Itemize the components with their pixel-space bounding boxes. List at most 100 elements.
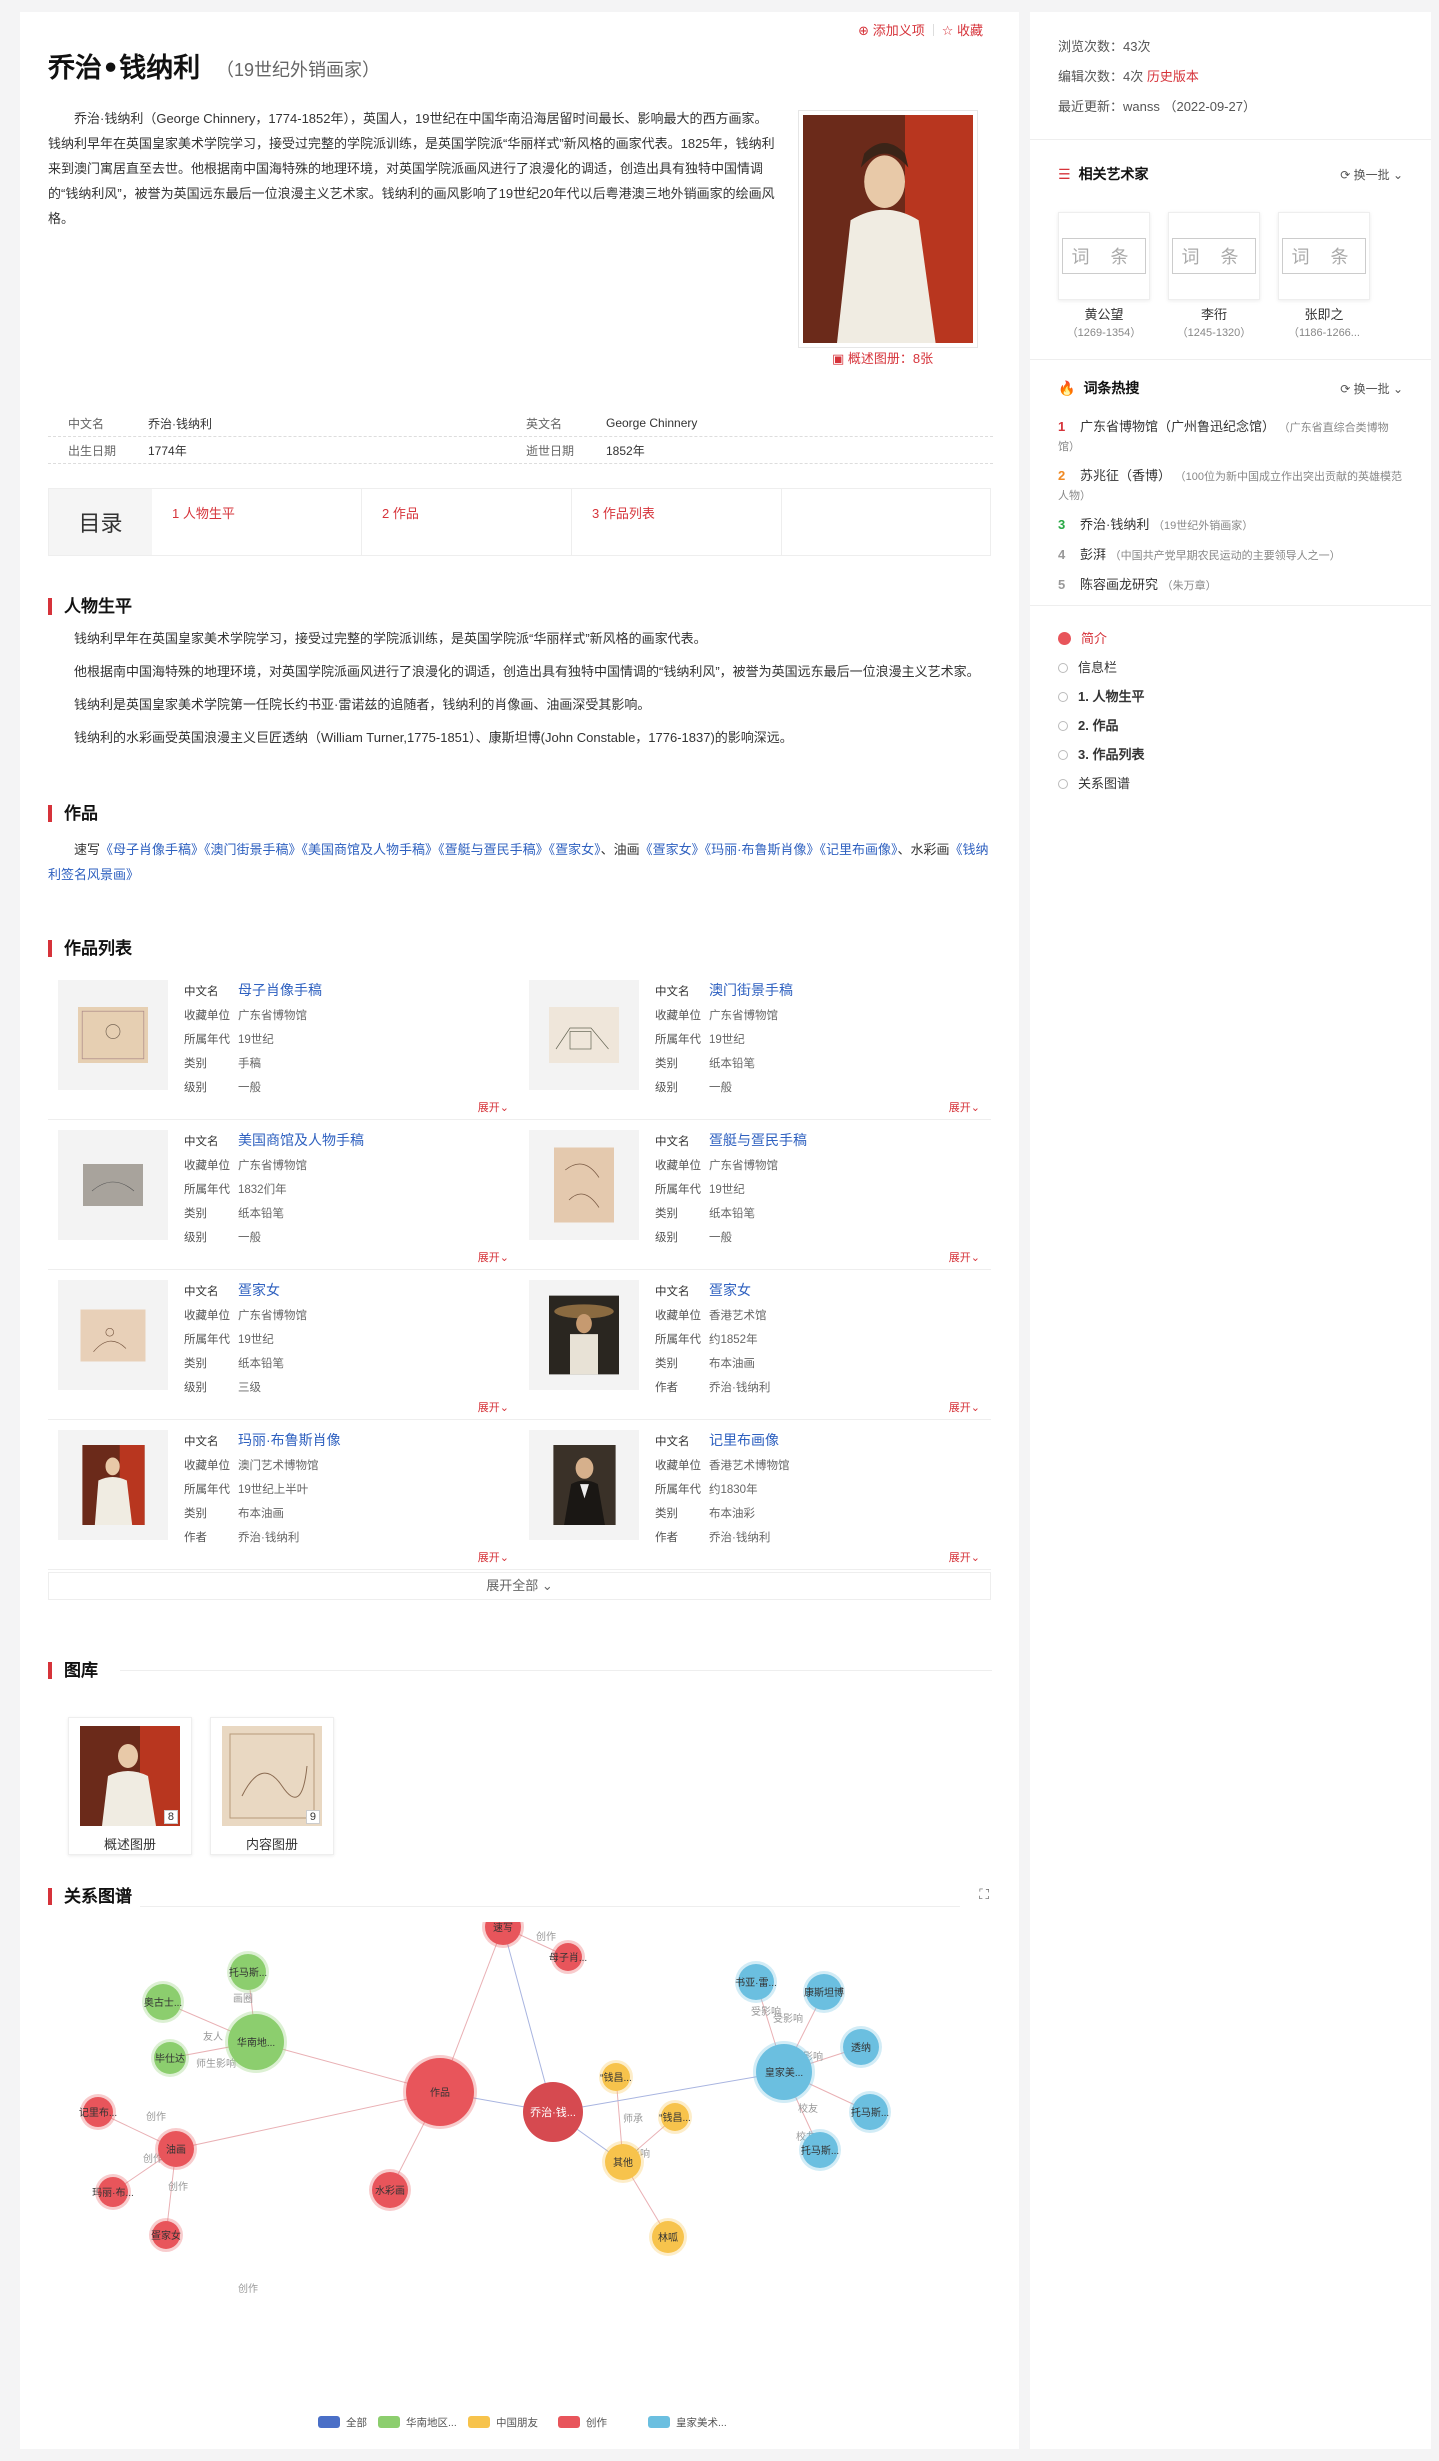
expand-button[interactable]: 展开⌄	[949, 1099, 980, 1115]
expand-button[interactable]: 展开⌄	[478, 1399, 509, 1415]
work-fields: 中文名 澳门街景手稿 收藏单位 广东省博物馆 所属年代 19世纪 类别 纸本铅笔 级别 一般	[655, 978, 793, 1100]
expand-all-button[interactable]: 展开全部 ⌄	[48, 1572, 991, 1600]
outline-item[interactable]: 1. 人物生平	[1058, 682, 1403, 711]
work-link[interactable]: 《澳门街景手稿》	[204, 842, 302, 857]
graph-node[interactable]: 其他	[602, 2141, 644, 2183]
graph-node[interactable]: 记里布...	[79, 2094, 117, 2130]
work-link[interactable]: 《疍家女》	[549, 842, 601, 857]
work-link[interactable]: 《母子肖像手稿》	[100, 842, 204, 857]
graph-node[interactable]: 疍家女	[149, 2218, 183, 2252]
work-link[interactable]: 《美国商馆及人物手稿》	[302, 842, 439, 857]
graph-node[interactable]: 速写	[482, 1922, 524, 1948]
work-thumbnail[interactable]	[529, 1130, 639, 1240]
hot-item[interactable]: 4 彭湃 （中国共产党早期农民运动的主要领导人之一）	[1058, 546, 1403, 565]
field-key: 类别	[655, 1358, 678, 1370]
field-key: 中文名	[655, 986, 690, 998]
graph-node[interactable]: 水彩画	[369, 2169, 411, 2211]
graph-node[interactable]: 作品	[403, 2055, 477, 2129]
artist-card[interactable]: 词 条 张即之 （1186-1266...	[1278, 212, 1370, 342]
toc-item[interactable]: 2 作品	[362, 489, 572, 555]
work-thumbnail[interactable]	[529, 1430, 639, 1540]
add-item-button[interactable]: ⊕ 添加义项	[858, 20, 925, 39]
graph-node[interactable]: “钱昌...	[599, 2060, 633, 2094]
relation-graph[interactable]: 创作画圈友人师生影响创作创作创作创作受影响受影响受影响校友校友师承影响速写母子肖…	[48, 1922, 991, 2442]
toc-item[interactable]: 1 人物生平	[152, 489, 362, 555]
graph-node[interactable]: 书亚·雷...	[735, 1961, 777, 2003]
summary-portrait[interactable]	[798, 110, 978, 348]
graph-legend-item[interactable]: 中国朋友	[468, 2416, 538, 2429]
graph-node[interactable]: 托马斯...	[849, 2091, 891, 2133]
work-name-link[interactable]: 澳门街景手稿	[709, 982, 793, 998]
work-link[interactable]: 《疍家女》	[640, 842, 705, 857]
work-name-link[interactable]: 疍家女	[238, 1282, 280, 1298]
graph-node[interactable]: 毕仕达	[151, 2039, 189, 2077]
work-link[interactable]: 《疍艇与疍民手稿》	[438, 842, 549, 857]
graph-node[interactable]: 康斯坦博	[803, 1971, 845, 2013]
work-link[interactable]: 《玛丽·布鲁斯肖像》	[705, 842, 820, 857]
field-key: 所属年代	[184, 1034, 230, 1046]
refresh-button[interactable]: ⟳ 换一批 ⌄	[1340, 380, 1403, 397]
outline-item[interactable]: 3. 作品列表	[1058, 740, 1403, 769]
fullscreen-icon[interactable]: ⛶	[979, 1886, 989, 1903]
outline-item[interactable]: 信息栏	[1058, 653, 1403, 682]
outline-item[interactable]: 简介	[1058, 624, 1403, 653]
graph-node[interactable]: 托马斯...	[227, 1951, 269, 1993]
outline-item[interactable]: 关系图谱	[1058, 769, 1403, 798]
expand-button[interactable]: 展开⌄	[949, 1249, 980, 1265]
expand-button[interactable]: 展开⌄	[478, 1549, 509, 1565]
favorite-button[interactable]: ☆ 收藏	[942, 20, 983, 39]
list-icon: ☰	[1058, 165, 1071, 182]
expand-button[interactable]: 展开⌄	[949, 1549, 980, 1565]
work-name-link[interactable]: 记里布画像	[709, 1432, 779, 1448]
graph-center-node[interactable]: 乔治·钱...	[523, 2082, 583, 2142]
work-thumbnail[interactable]	[58, 980, 168, 1090]
work-thumbnail[interactable]	[529, 1280, 639, 1390]
works-paragraph: 速写《母子肖像手稿》《澳门街景手稿》《美国商馆及人物手稿》《疍艇与疍民手稿》《疍…	[48, 837, 991, 887]
graph-node[interactable]: 托马斯...	[799, 2129, 841, 2171]
hot-item[interactable]: 2 苏兆征（香博） （100位为新中国成立作出突出贡献的英雄模范人物）	[1058, 467, 1403, 505]
work-link[interactable]: 《记里布画像》	[819, 842, 897, 857]
graph-legend-item[interactable]: 华南地区...	[378, 2416, 457, 2429]
graph-node[interactable]: 华南地...	[225, 2011, 287, 2073]
graph-node[interactable]: 透纳	[840, 2026, 882, 2068]
graph-node[interactable]: “钱昌...	[658, 2100, 692, 2134]
field-key: 级别	[655, 1232, 678, 1244]
expand-button[interactable]: 展开⌄	[478, 1099, 509, 1115]
work-thumbnail[interactable]	[58, 1130, 168, 1240]
graph-node[interactable]: 玛丽·布...	[92, 2174, 134, 2210]
field-value: 1832们年	[238, 1184, 287, 1196]
artist-card[interactable]: 词 条 黄公望 （1269-1354）	[1058, 212, 1150, 342]
gallery-item[interactable]: 8 概述图册	[68, 1717, 192, 1855]
hot-item[interactable]: 5 陈容画龙研究 （朱万章）	[1058, 576, 1403, 595]
work-thumbnail[interactable]	[58, 1280, 168, 1390]
summary-album-link[interactable]: ▣ 概述图册：8张	[832, 348, 933, 367]
expand-button[interactable]: 展开⌄	[949, 1399, 980, 1415]
hot-item[interactable]: 3 乔治·钱纳利 （19世纪外销画家）	[1058, 516, 1403, 535]
graph-legend-item[interactable]: 全部	[318, 2416, 367, 2429]
refresh-button[interactable]: ⟳ 换一批 ⌄	[1340, 166, 1403, 183]
graph-node[interactable]: 母子肖...	[549, 1940, 587, 1974]
work-name-link[interactable]: 疍家女	[709, 1282, 751, 1298]
outline-item[interactable]: 2. 作品	[1058, 711, 1403, 740]
graph-legend-item[interactable]: 创作	[558, 2416, 607, 2429]
graph-node[interactable]: 皇家美...	[753, 2041, 815, 2103]
history-link[interactable]: 历史版本	[1147, 69, 1199, 84]
field-value: 19世纪	[238, 1334, 274, 1346]
work-name-link[interactable]: 疍艇与疍民手稿	[709, 1132, 807, 1148]
graph-node[interactable]: 油画	[155, 2128, 197, 2170]
field-key: 所属年代	[184, 1334, 230, 1346]
artist-card[interactable]: 词 条 李衎 （1245-1320）	[1168, 212, 1260, 342]
work-name-link[interactable]: 玛丽·布鲁斯肖像	[238, 1432, 341, 1448]
expand-button[interactable]: 展开⌄	[478, 1249, 509, 1265]
hot-item[interactable]: 1 广东省博物馆（广州鲁迅纪念馆） （广东省直综合类博物馆）	[1058, 418, 1403, 456]
work-name-link[interactable]: 美国商馆及人物手稿	[238, 1132, 364, 1148]
graph-legend-item[interactable]: 皇家美术...	[648, 2416, 727, 2429]
toc-item[interactable]: 3 作品列表	[572, 489, 782, 555]
gallery-item[interactable]: 9 内容图册	[210, 1717, 334, 1855]
work-thumbnail[interactable]	[529, 980, 639, 1090]
work-name-link[interactable]: 母子肖像手稿	[238, 982, 322, 998]
graph-node[interactable]: 奥古士...	[142, 1981, 184, 2023]
graph-node[interactable]: 林呱	[649, 2218, 687, 2256]
section-title-work-list: 作品列表	[48, 940, 132, 957]
work-thumbnail[interactable]	[58, 1430, 168, 1540]
